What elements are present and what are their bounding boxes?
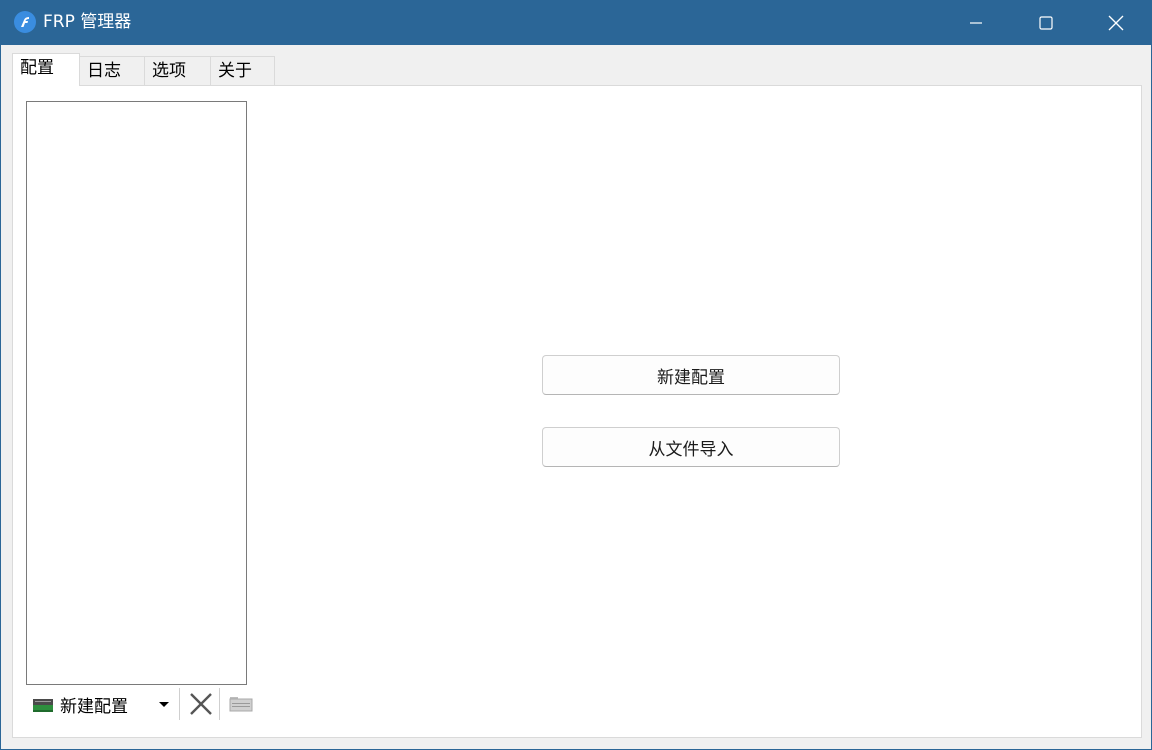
import-from-file-button[interactable]: 从文件导入 xyxy=(542,427,840,467)
delete-icon xyxy=(190,693,212,715)
minimize-button[interactable] xyxy=(941,0,1011,45)
tab-label: 关于 xyxy=(218,61,252,81)
new-config-button[interactable]: 新建配置 xyxy=(542,355,840,395)
delete-config-button[interactable] xyxy=(189,692,213,720)
config-list-toolbar: 新建配置 xyxy=(26,686,266,722)
title-bar[interactable]: FRP 管理器 xyxy=(1,0,1152,45)
close-icon xyxy=(1108,15,1124,30)
config-tab-panel: 新建配置 从文件导入 新建配置 xyxy=(12,85,1142,738)
window-title: FRP 管理器 xyxy=(43,12,132,32)
tab-about[interactable]: 关于 xyxy=(210,56,275,85)
toolbar-new-config-button[interactable]: 新建配置 xyxy=(32,690,162,718)
tab-options[interactable]: 选项 xyxy=(144,56,211,85)
tab-label: 日志 xyxy=(87,61,121,81)
new-config-icon xyxy=(33,699,53,712)
toolbar-separator xyxy=(179,688,180,720)
open-folder-icon xyxy=(229,697,253,712)
dropdown-arrow-icon[interactable] xyxy=(158,696,170,715)
tab-config[interactable]: 配置 xyxy=(12,53,80,86)
open-folder-button[interactable] xyxy=(229,694,253,716)
toolbar-separator xyxy=(219,688,220,720)
maximize-icon xyxy=(1039,15,1053,30)
close-button[interactable] xyxy=(1081,0,1151,45)
maximize-button[interactable] xyxy=(1011,0,1081,45)
frp-logo-icon xyxy=(14,11,36,33)
config-list[interactable] xyxy=(26,101,247,685)
toolbar-new-config-label: 新建配置 xyxy=(60,696,128,717)
tab-label: 选项 xyxy=(152,61,186,81)
tab-logs[interactable]: 日志 xyxy=(79,56,145,85)
tab-label: 配置 xyxy=(20,58,54,78)
app-window: FRP 管理器 配置 日志 选项 关于 新建配置 从文件导入 新建配置 xyxy=(0,0,1152,750)
minimize-icon xyxy=(970,21,982,24)
